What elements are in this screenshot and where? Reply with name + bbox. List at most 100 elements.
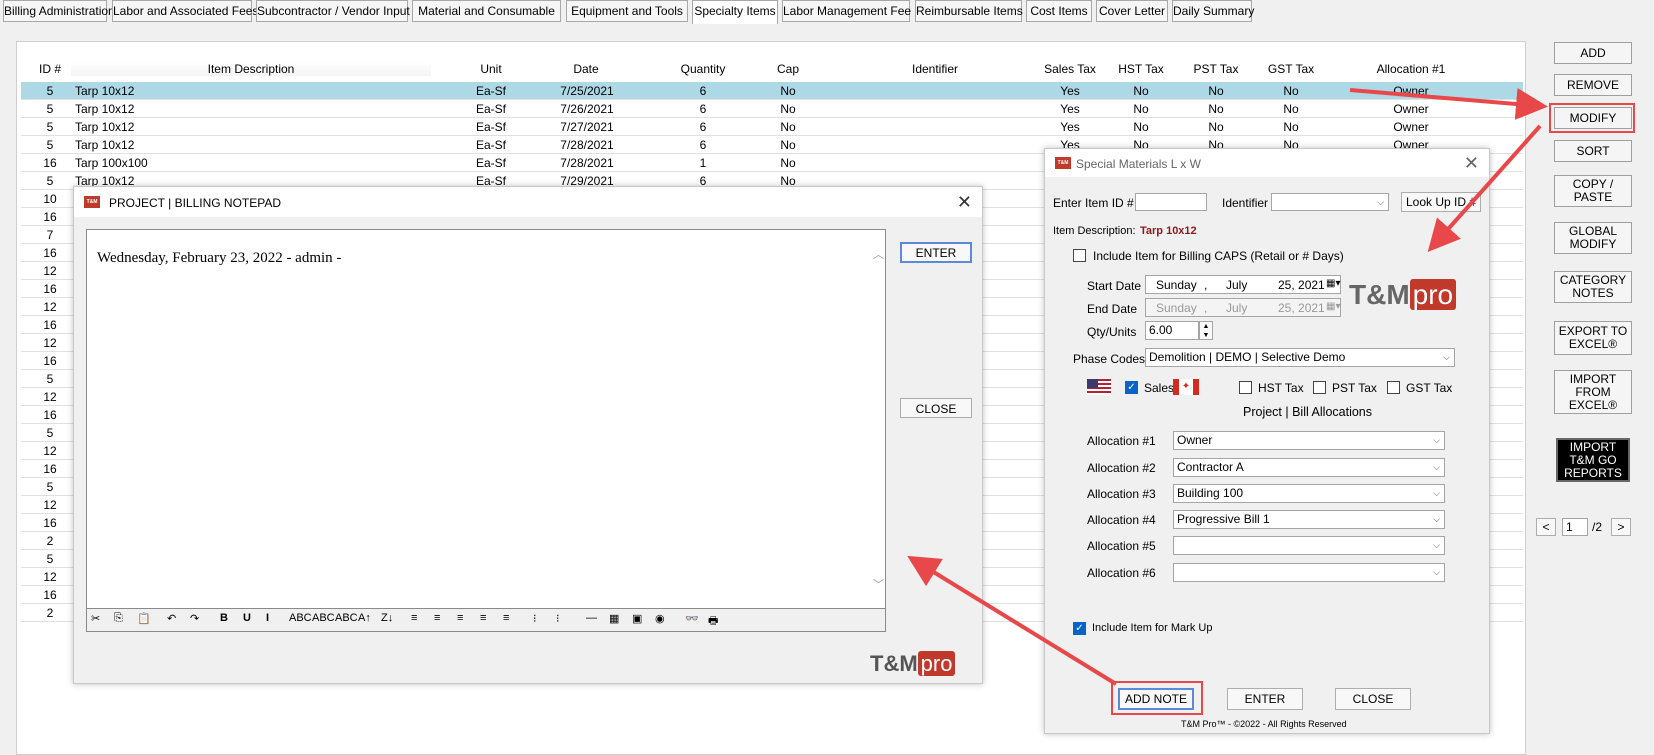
tab-daily-summary[interactable]: Daily Summary	[1172, 0, 1254, 22]
cell-hst: No	[1133, 102, 1149, 116]
phase-codes-select[interactable]: Demolition | DEMO | Selective Demo ⌵	[1145, 348, 1455, 367]
tab-specialty-items[interactable]: Specialty Items	[692, 0, 778, 24]
table-row[interactable]: 5 Tarp 10x12 Ea-Sf 7/26/2021 6 No Yes No No No Own…	[21, 100, 1523, 118]
start-date-picker[interactable]: Sunday , July 25, 2021 ▦▾	[1145, 275, 1341, 294]
note-text[interactable]: Wednesday, February 23, 2022 - admin -	[97, 250, 341, 267]
table-icon[interactable]: ▦	[609, 612, 619, 625]
allocation-select-3[interactable]: Building 100 ⌵	[1173, 484, 1445, 503]
spellcheck-icon[interactable]: ABC	[312, 612, 335, 624]
dialog-close-button[interactable]: CLOSE	[1335, 688, 1411, 710]
prev-page-button[interactable]: <	[1536, 518, 1556, 536]
header-quantity[interactable]: Quantity	[673, 62, 733, 76]
sort-ascending-icon[interactable]: A↑	[358, 612, 371, 624]
paste-icon[interactable]: 📋	[137, 612, 151, 625]
pst-tax-checkbox[interactable]	[1313, 381, 1326, 394]
spellcheck-color-icon[interactable]: ABC	[335, 612, 358, 624]
allocation-select-5[interactable]: ⌵	[1173, 536, 1445, 555]
global-modify-button[interactable]: GLOBAL MODIFY	[1554, 222, 1632, 254]
qty-stepper-icon[interactable]: ▲ ▼	[1199, 321, 1213, 340]
tab-reimbursable-items[interactable]: Reimbursable Items	[915, 0, 1023, 22]
end-date-picker[interactable]: Sunday , July 25, 2021 ▦▾	[1145, 298, 1341, 317]
align-center-icon[interactable]: ≡	[434, 612, 440, 624]
bullet-list-icon[interactable]: ⁝	[533, 612, 537, 625]
tab-material-and-consumable[interactable]: Material and Consumable	[412, 0, 561, 22]
copy-icon[interactable]: ⎘	[114, 612, 123, 625]
redo-icon[interactable]: ↷	[190, 612, 199, 625]
page-number-input[interactable]: 1	[1562, 518, 1588, 536]
allocation-select-6[interactable]: ⌵	[1173, 563, 1445, 582]
dialog-enter-button[interactable]: ENTER	[1227, 688, 1303, 710]
add-button[interactable]: ADD	[1554, 42, 1632, 64]
category-notes-button[interactable]: CATEGORY NOTES	[1554, 271, 1632, 303]
numbered-list-icon[interactable]: ⁝	[556, 612, 560, 625]
sales-tax-checkbox[interactable]: ✓	[1125, 381, 1138, 394]
allocation-select-4[interactable]: Progressive Bill 1 ⌵	[1173, 510, 1445, 529]
header-allocation-1[interactable]: Allocation #1	[1366, 62, 1456, 76]
tab-labor-and-associated-fees[interactable]: Labor and Associated Fees	[112, 0, 258, 22]
align-right-icon[interactable]: ≡	[457, 612, 463, 624]
import-tm-go-reports-button[interactable]: IMPORT T&M GO REPORTS	[1556, 438, 1630, 482]
header-unit[interactable]: Unit	[471, 62, 511, 76]
table-row[interactable]: 5 Tarp 10x12 Ea-Sf 7/27/2021 6 No Yes No No No Own…	[21, 118, 1523, 136]
print-icon[interactable]: 🖶	[708, 612, 718, 631]
close-icon[interactable]: ✕	[957, 193, 972, 211]
header-hst-tax[interactable]: HST Tax	[1116, 62, 1166, 76]
notepad-enter-button[interactable]: ENTER	[900, 242, 972, 263]
calendar-icon[interactable]: ▦▾	[1326, 299, 1340, 315]
copy-paste-button[interactable]: COPY / PASTE	[1554, 175, 1632, 207]
notepad-close-button[interactable]: CLOSE	[900, 398, 972, 418]
header-item-description[interactable]: Item Description	[71, 62, 431, 76]
calendar-icon[interactable]: ▦▾	[1326, 276, 1340, 292]
header-identifier[interactable]: Identifier	[905, 62, 965, 76]
close-icon[interactable]: ✕	[1464, 154, 1479, 172]
allocation-select-1[interactable]: Owner ⌵	[1173, 431, 1445, 450]
strikethrough-icon[interactable]: ABC	[289, 612, 312, 624]
undo-icon[interactable]: ↶	[167, 612, 176, 625]
tab-equipment-and-tools[interactable]: Equipment and Tools	[566, 0, 688, 22]
tab-billing-administration[interactable]: Billing Administration	[3, 0, 115, 22]
link-icon[interactable]: ◉	[655, 612, 665, 625]
export-to-excel-button[interactable]: EXPORT TO EXCEL®	[1554, 321, 1632, 355]
find-icon[interactable]: 👓	[685, 612, 699, 625]
remove-button[interactable]: REMOVE	[1554, 74, 1632, 96]
header-gst-tax[interactable]: GST Tax	[1266, 62, 1316, 76]
identifier-select[interactable]: ⌵	[1271, 193, 1389, 211]
start-date-label: Start Date	[1087, 279, 1142, 293]
note-editor[interactable]: Wednesday, February 23, 2022 - admin - ︿…	[86, 229, 886, 609]
header-cap[interactable]: Cap	[773, 62, 803, 76]
header-sales-tax[interactable]: Sales Tax	[1040, 62, 1100, 76]
tab-cover-letter[interactable]: Cover Letter	[1096, 0, 1168, 22]
tab-subcontractor-vendor-input[interactable]: Subcontractor / Vendor Input	[256, 0, 410, 22]
header-date[interactable]: Date	[566, 62, 606, 76]
hst-tax-checkbox[interactable]	[1239, 381, 1252, 394]
scroll-up-icon[interactable]: ︿	[873, 246, 884, 262]
italic-icon[interactable]: I	[266, 612, 269, 624]
item-id-input[interactable]	[1135, 193, 1207, 211]
qty-units-input[interactable]: 6.00	[1145, 321, 1199, 340]
header-pst-tax[interactable]: PST Tax	[1191, 62, 1241, 76]
allocation-value: Progressive Bill 1	[1177, 512, 1270, 526]
gst-tax-checkbox[interactable]	[1387, 381, 1400, 394]
horizontal-rule-icon[interactable]: —	[586, 612, 597, 624]
tab-labor-management-fee[interactable]: Labor Management Fee	[782, 0, 911, 22]
table-row[interactable]: 5 Tarp 10x12 Ea-Sf 7/25/2021 6 No Yes No No No Own…	[21, 82, 1523, 100]
modify-highlight-box	[1549, 103, 1635, 133]
align-left-icon[interactable]: ≡	[411, 612, 417, 624]
header-id[interactable]: ID #	[35, 62, 65, 76]
allocation-select-2[interactable]: Contractor A ⌵	[1173, 458, 1445, 477]
cut-icon[interactable]: ✂	[91, 612, 100, 625]
image-icon[interactable]: ▣	[632, 612, 642, 625]
sort-descending-icon[interactable]: Z↓	[381, 612, 393, 624]
outdent-icon[interactable]: ≡	[503, 612, 509, 624]
sort-button[interactable]: SORT	[1554, 140, 1632, 162]
include-caps-checkbox[interactable]	[1073, 249, 1086, 262]
next-page-button[interactable]: >	[1611, 518, 1631, 536]
indent-icon[interactable]: ≡	[480, 612, 486, 624]
tab-cost-items[interactable]: Cost Items	[1026, 0, 1092, 22]
underline-icon[interactable]: U	[243, 612, 251, 624]
import-from-excel-button[interactable]: IMPORT FROM EXCEL®	[1554, 370, 1632, 414]
scroll-down-icon[interactable]: ﹀	[873, 576, 884, 592]
look-up-id-button[interactable]: Look Up ID #	[1401, 192, 1481, 212]
include-markup-checkbox[interactable]: ✓	[1073, 622, 1086, 635]
bold-icon[interactable]: B	[220, 612, 228, 624]
